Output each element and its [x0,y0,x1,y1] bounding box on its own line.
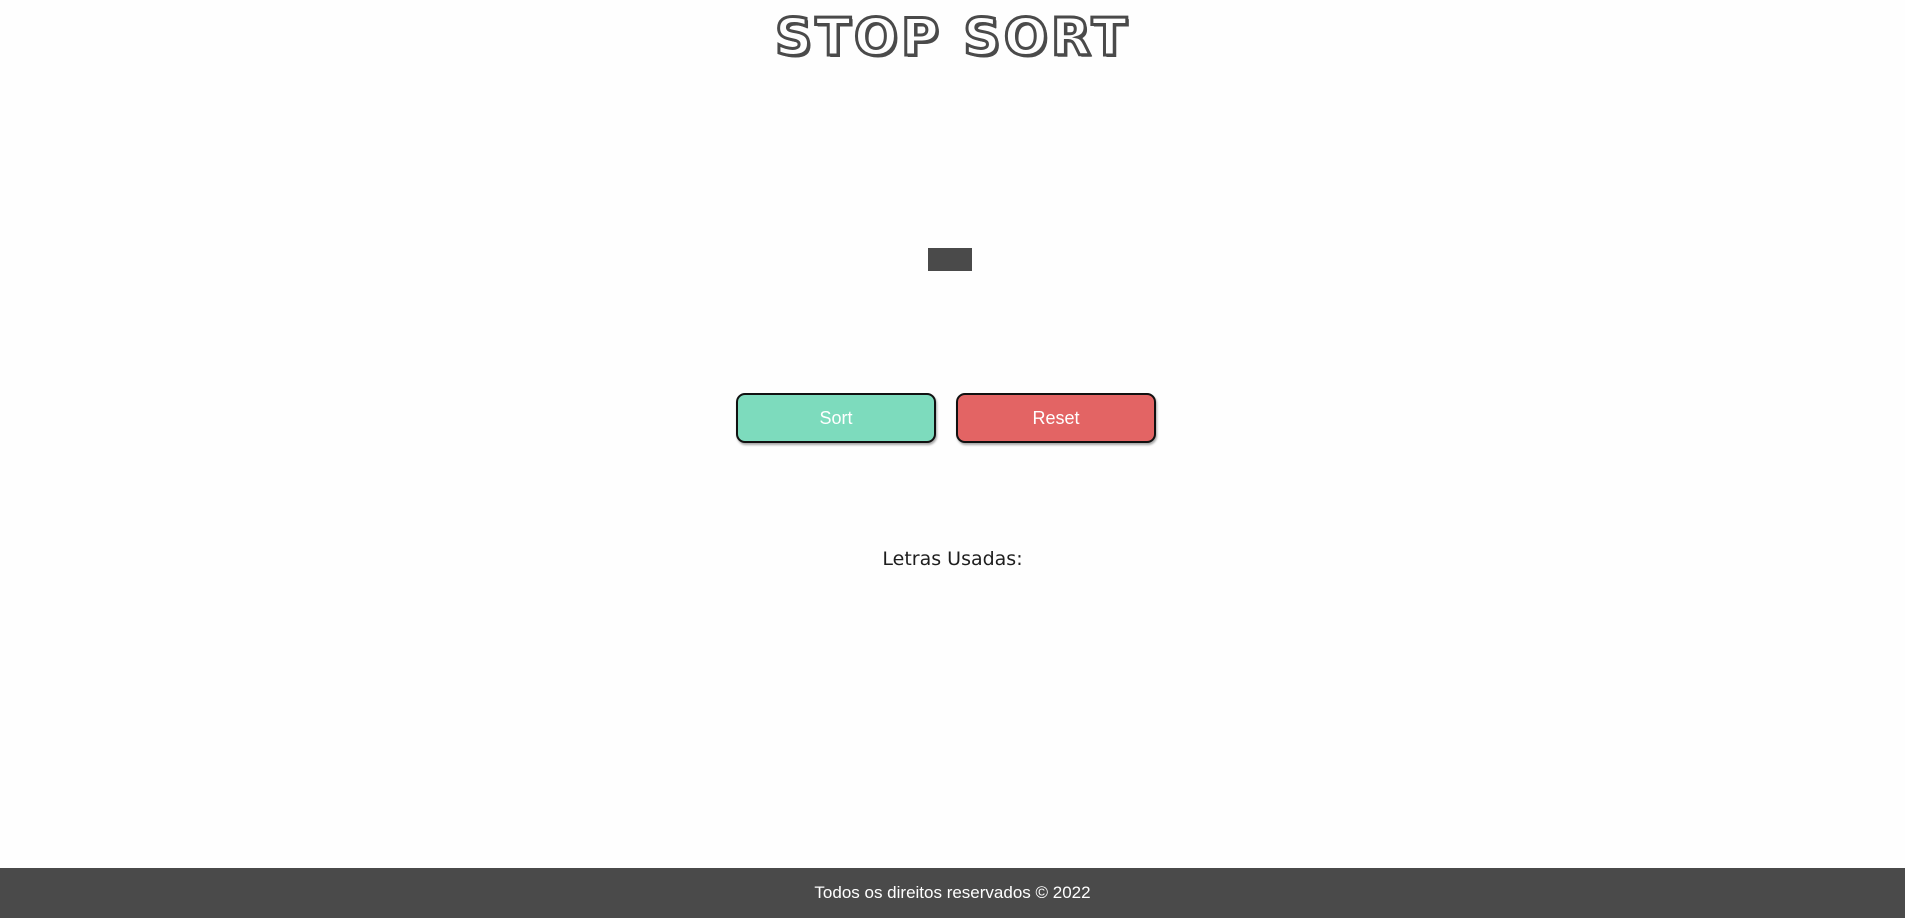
footer-copyright: Todos os direitos reservados © 2022 [814,883,1091,902]
page: STOP SORT Sort Reset Letras Usadas: Todo… [0,0,1905,918]
sort-button[interactable]: Sort [736,393,936,443]
page-title: STOP SORT [773,7,1131,70]
footer: Todos os direitos reservados © 2022 [0,868,1905,918]
reset-button[interactable]: Reset [956,393,1156,443]
used-letters-label: Letras Usadas: [882,548,1023,570]
drawn-letter-display [928,248,972,271]
